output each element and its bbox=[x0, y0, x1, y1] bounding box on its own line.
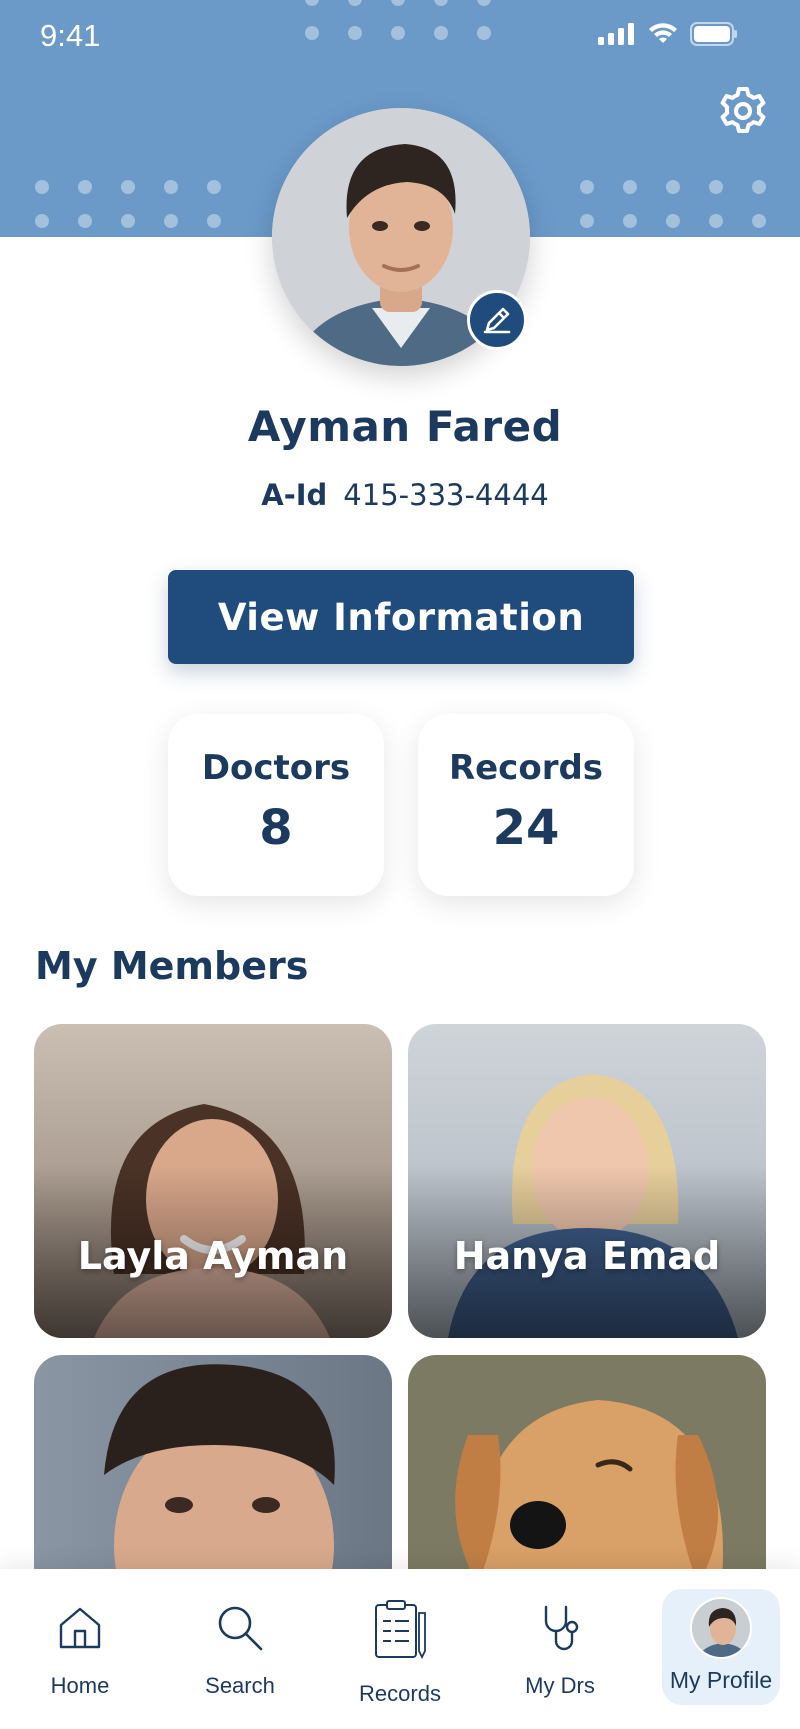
stat-value: 8 bbox=[259, 800, 293, 856]
header-dots-right bbox=[580, 180, 766, 228]
tab-home-label: Home bbox=[50, 1673, 110, 1698]
clipboard-icon bbox=[375, 1600, 426, 1660]
tab-records-label: Records bbox=[359, 1681, 441, 1706]
battery-icon bbox=[690, 22, 737, 46]
tab-my-drs[interactable]: My Drs bbox=[500, 1569, 620, 1729]
tab-my-profile-label: My Profile bbox=[669, 1667, 773, 1693]
tab-my-profile[interactable]: My Profile bbox=[662, 1589, 780, 1705]
search-icon bbox=[218, 1606, 263, 1651]
header-dots-left bbox=[35, 180, 221, 228]
wifi-icon bbox=[649, 23, 677, 43]
pencil-icon bbox=[483, 307, 511, 334]
home-icon bbox=[59, 1607, 101, 1649]
tab-my-drs-label: My Drs bbox=[525, 1673, 595, 1698]
tab-search-label: Search bbox=[205, 1673, 275, 1698]
view-information-button[interactable]: View Information bbox=[168, 570, 634, 664]
status-icons bbox=[598, 22, 738, 46]
header-dots-top bbox=[305, 0, 491, 40]
edit-avatar-button[interactable] bbox=[467, 290, 527, 350]
signal-icon bbox=[598, 23, 634, 45]
profile-id-value: 415-333-4444 bbox=[343, 478, 549, 512]
profile-id: A-Id 415-333-4444 bbox=[0, 478, 800, 512]
bottom-tab-bar: Home Search Records My Drs My Profile bbox=[0, 1569, 800, 1729]
stethoscope-icon bbox=[544, 1605, 579, 1651]
member-photo bbox=[408, 1024, 766, 1338]
gear-icon bbox=[720, 87, 766, 133]
stat-label: Doctors bbox=[201, 748, 351, 788]
tab-home[interactable]: Home bbox=[20, 1569, 140, 1729]
profile-name: Ayman Fared bbox=[247, 402, 563, 451]
profile-id-label: A-Id bbox=[261, 478, 328, 512]
stat-value: 24 bbox=[492, 800, 560, 856]
member-photo bbox=[34, 1024, 392, 1338]
avatar bbox=[690, 1597, 752, 1659]
status-time: 9:41 bbox=[40, 18, 101, 53]
doctors-stat-card[interactable]: Doctors 8 bbox=[168, 714, 384, 896]
member-card[interactable]: Layla Ayman bbox=[34, 1024, 392, 1338]
settings-button[interactable] bbox=[716, 84, 770, 138]
stat-label: Records bbox=[448, 748, 604, 788]
members-section-title: My Members bbox=[35, 944, 309, 988]
records-stat-card[interactable]: Records 24 bbox=[418, 714, 634, 896]
tab-records[interactable]: Records bbox=[340, 1569, 460, 1729]
member-name: Hanya Emad bbox=[453, 1234, 721, 1278]
member-card[interactable]: Hanya Emad bbox=[408, 1024, 766, 1338]
tab-search[interactable]: Search bbox=[180, 1569, 300, 1729]
member-name: Layla Ayman bbox=[77, 1234, 349, 1278]
